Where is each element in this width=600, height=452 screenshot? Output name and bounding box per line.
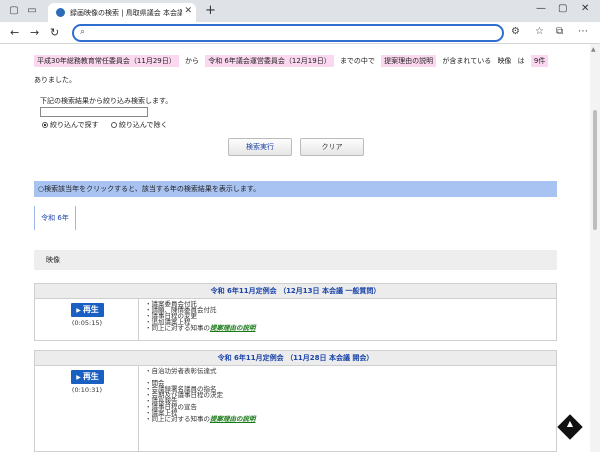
agenda-item: ・同上に対する知事の [145, 415, 210, 423]
to-word: までの中で [339, 57, 375, 65]
keyword: 提案理由の説明 [381, 55, 437, 67]
clear-button[interactable]: クリア [300, 138, 364, 156]
reload-icon[interactable]: ↻ [50, 26, 59, 39]
result-title[interactable]: 令和 6年11月定例会 （12月13日 本会議 一般質問） [35, 284, 556, 299]
video-heading: 映像 [34, 250, 557, 270]
refine-options: 絞り込んで探す 絞り込んで除く [42, 120, 178, 130]
year-tab-r6[interactable]: 令和 6年 [34, 206, 76, 230]
more-menu-icon[interactable]: ⋯ [578, 26, 588, 37]
agenda-list: ・議案委員会付託 ・請願、陳情委員会付託 ・議事日程の変更 ・追加議案上程 ・同… [145, 301, 256, 332]
search-summary: 平成30年総務教育常任委員会（11月29日） から 令和 6年議会運営委員会（1… [34, 52, 574, 90]
radio-include-dot [42, 122, 48, 128]
duration: (0:05:15) [71, 319, 103, 327]
refine-label: 下記の検索結果から絞り込み検索します。 [40, 97, 173, 105]
play-label: 再生 [82, 372, 99, 381]
tab-title: 録画映像の検索 | 鳥取県議会 本会議 [70, 9, 182, 17]
radio-include[interactable]: 絞り込んで探す [42, 120, 99, 130]
video-word: 映像 [497, 57, 512, 65]
browser-tab[interactable]: 録画映像の検索 | 鳥取県議会 本会議 ✕ [48, 3, 196, 22]
search-icon: ⌕ [80, 27, 86, 37]
play-icon: ▶ [76, 374, 81, 381]
search-button[interactable]: 検索実行 [228, 138, 292, 156]
tab-actions-icon[interactable]: ▭ [26, 5, 38, 17]
tab-close-icon[interactable]: ✕ [184, 6, 192, 16]
tab-bar: ▢ ▭ 録画映像の検索 | 鳥取県議会 本会議 ✕ + — ▢ ✕ [0, 0, 600, 22]
collections-icon[interactable]: ⧉ [556, 26, 563, 37]
close-window-icon[interactable]: ✕ [581, 3, 589, 14]
result-media: ▶ 再生 (0:05:15) [35, 299, 139, 340]
from-committee: 平成30年総務教育常任委員会（11月29日） [34, 55, 179, 67]
from-word: から [184, 57, 199, 65]
play-button[interactable]: ▶ 再生 [71, 303, 104, 317]
play-button[interactable]: ▶ 再生 [71, 370, 104, 384]
play-label: 再生 [82, 305, 99, 314]
agenda-item: ・同上に対する知事の [145, 324, 210, 332]
page-content: 平成30年総務教育常任委員会（11月29日） から 令和 6年議会運営委員会（1… [0, 44, 600, 452]
back-icon[interactable]: ← [10, 26, 19, 39]
contains-word: が含まれている [442, 57, 492, 65]
info-bar: ○検索該当年をクリックすると、該当する年の検索結果を表示します。 [34, 181, 557, 197]
new-tab-button[interactable]: + [205, 3, 216, 18]
forward-icon[interactable]: → [30, 26, 39, 39]
radio-include-label: 絞り込んで探す [50, 121, 99, 129]
agenda-list: ・自治功労者表彰伝達式 ・開会 ・会議録署名議員の指名 ・会期及び議事日程の決定… [145, 368, 256, 423]
address-bar[interactable]: ⌕ [72, 24, 504, 42]
favorites-icon[interactable]: ☆ [535, 26, 544, 37]
keyword-link[interactable]: 提案理由の説明 [210, 324, 256, 332]
to-committee: 令和 6年議会運営委員会（12月19日） [205, 55, 334, 67]
maximize-icon[interactable]: ▢ [558, 3, 567, 14]
play-icon: ▶ [76, 307, 81, 314]
profile-icon[interactable]: ▢ [8, 5, 20, 17]
wa-word: は [517, 57, 525, 65]
scrollbar[interactable] [590, 44, 600, 452]
chevron-up-icon: ▲ [566, 419, 574, 428]
refine-input[interactable] [40, 107, 148, 117]
minimize-icon[interactable]: — [536, 3, 546, 14]
result-card: 令和 6年11月定例会 （12月13日 本会議 一般質問） ▶ 再生 (0:05:… [34, 283, 557, 341]
radio-exclude-label: 絞り込んで除く [118, 121, 168, 129]
browser-toolbar: ← → ↻ ⌕ ⚙ ☆ ⧉ ⋯ [0, 22, 600, 44]
result-media: ▶ 再生 (0:10:31) [35, 366, 139, 451]
result-count: 9件 [530, 55, 549, 67]
radio-exclude[interactable]: 絞り込んで除く [110, 120, 168, 130]
extensions-icon[interactable]: ⚙ [511, 26, 520, 37]
result-title[interactable]: 令和 6年11月定例会 （11月28日 本会議 開会） [35, 351, 556, 366]
duration: (0:10:31) [71, 386, 103, 394]
site-favicon-icon [56, 8, 65, 17]
result-card: 令和 6年11月定例会 （11月28日 本会議 開会） ▶ 再生 (0:10:31… [34, 350, 557, 452]
scroll-up-icon[interactable]: ▲ [591, 46, 596, 53]
radio-exclude-dot [110, 122, 117, 128]
summary-tail: ありました。 [34, 76, 76, 84]
keyword-link[interactable]: 提案理由の説明 [210, 415, 256, 423]
scrollbar-thumb[interactable] [593, 110, 597, 230]
